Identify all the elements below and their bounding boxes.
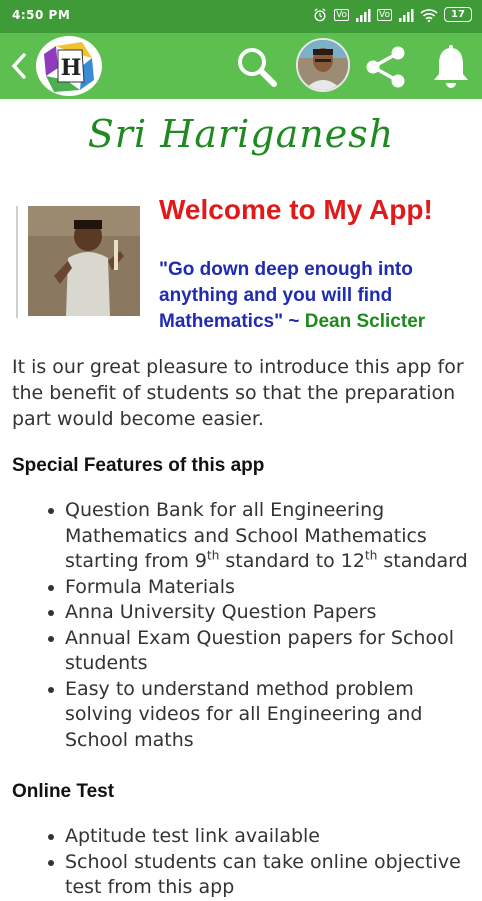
signal-icon-2 <box>399 8 414 22</box>
signal-icon <box>356 8 371 22</box>
online-test-list: Aptitude test link available School stud… <box>0 824 475 901</box>
quote: "Go down deep enough into anything and y… <box>159 257 469 335</box>
features-heading: Special Features of this app <box>12 455 265 476</box>
battery-indicator: 17 <box>444 7 472 22</box>
back-arrow-icon[interactable] <box>8 49 30 83</box>
bell-icon[interactable] <box>430 44 472 90</box>
welcome-heading: Welcome to My App! <box>159 194 433 225</box>
search-icon[interactable] <box>234 44 280 90</box>
list-item: School students can take online objectiv… <box>48 850 475 901</box>
intro-paragraph: It is our great pleasure to introduce th… <box>12 356 464 430</box>
volte-badge-2: Vo <box>377 8 392 21</box>
list-item: Annual Exam Question papers for School s… <box>48 626 475 677</box>
share-icon[interactable] <box>362 44 410 90</box>
photo-frame <box>16 206 141 318</box>
brand-title: Sri Hariganesh <box>87 112 395 156</box>
features-list: Question Bank for all Engineering Mathem… <box>0 498 475 753</box>
status-bar: 4:50 PM Vo Vo 17 <box>0 0 482 33</box>
app-bar: H <box>0 33 482 99</box>
volte-badge: Vo <box>334 8 350 21</box>
svg-text:H: H <box>61 55 82 81</box>
alarm-icon <box>314 7 326 21</box>
quote-author: Dean Sclicter <box>304 311 426 332</box>
child-photo <box>28 206 140 316</box>
wifi-icon <box>420 8 438 22</box>
quote-separator: ~ <box>283 311 305 332</box>
list-item: Question Bank for all Engineering Mathem… <box>48 498 475 575</box>
list-item: Easy to understand method problem solvin… <box>48 677 475 754</box>
list-item: Anna University Question Papers <box>48 600 475 626</box>
online-test-heading: Online Test <box>12 781 115 802</box>
app-logo[interactable]: H <box>36 36 102 96</box>
status-icons: Vo Vo 17 <box>312 7 472 22</box>
status-time: 4:50 PM <box>12 8 71 22</box>
list-item: Aptitude test link available <box>48 824 475 850</box>
list-item: Formula Materials <box>48 575 475 601</box>
profile-avatar[interactable] <box>296 38 350 92</box>
